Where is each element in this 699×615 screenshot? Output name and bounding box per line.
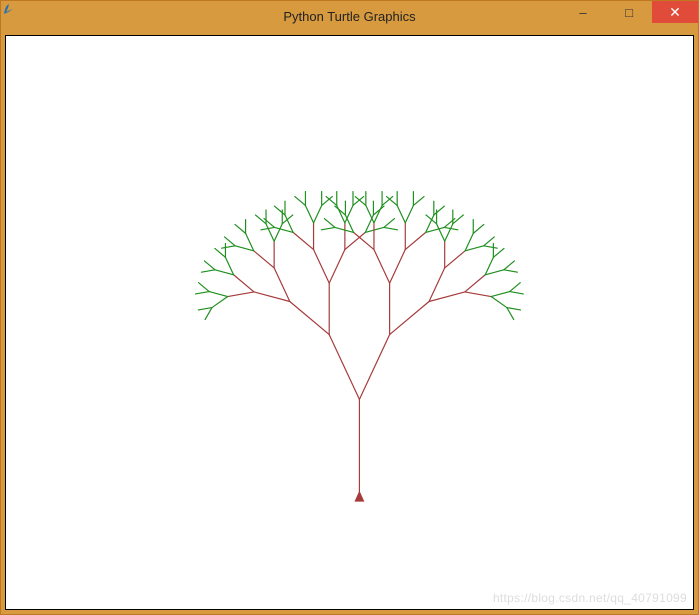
branch-segment [426,227,445,232]
branch-segment [413,197,424,206]
branch-segment [222,246,236,248]
branch-segment [504,270,518,272]
branch-segment [465,292,491,297]
branch-segment [212,297,228,308]
branch-segment [225,257,233,274]
branch-segment [215,248,226,257]
maximize-button[interactable]: □ [606,1,652,23]
branch-segment [465,233,473,250]
branch-segment [384,219,395,228]
branch-segment [201,270,215,272]
branch-segment [246,233,254,250]
branch-segment [359,335,389,400]
branch-segment [429,292,465,302]
branch-segment [507,308,521,310]
branch-segment [274,224,282,241]
branch-segment [491,297,507,308]
window-controls: – □ ✕ [560,1,698,23]
branch-segment [274,268,290,302]
branch-segment [225,237,236,246]
turtle-app-icon [9,7,27,25]
branch-segment [484,246,498,248]
branch-segment [354,232,374,249]
branch-segment [491,292,510,297]
turtle-canvas [12,42,687,603]
branch-segment [205,308,212,320]
branch-segment [274,206,285,215]
client-area: https://blog.csdn.net/qq_40791099 [5,35,694,610]
branch-segment [235,246,254,251]
branch-segment [293,232,313,249]
branch-segment [405,232,425,249]
branch-segment [384,227,398,229]
branch-segment [445,251,465,268]
branch-segment [437,224,445,241]
branch-segment [355,197,366,206]
branch-segment [429,268,445,302]
branch-segment [329,250,345,284]
branch-segment [198,308,212,310]
branch-segment [504,261,515,270]
branch-segment [314,250,330,284]
branch-segment [374,250,390,284]
branch-segment [209,292,228,297]
branch-segment [510,283,521,292]
branch-segment [235,224,246,233]
branch-segment [493,248,504,257]
branch-segment [485,257,493,274]
branch-segment [473,224,484,233]
branch-segment [465,275,485,292]
turtle-cursor-icon [354,491,364,502]
titlebar[interactable]: Python Turtle Graphics – □ ✕ [1,1,698,31]
branch-segment [329,335,359,400]
branch-segment [324,219,335,228]
branch-segment [345,232,365,249]
branch-segment [345,205,353,222]
branch-segment [321,227,335,229]
branch-segment [335,227,354,232]
branch-segment [485,270,504,275]
branch-segment [295,197,306,206]
close-button[interactable]: ✕ [652,1,698,23]
fractal-tree [12,42,687,603]
branch-segment [507,308,514,320]
branch-segment [254,251,274,268]
branch-segment [199,283,210,292]
branch-segment [254,292,290,302]
branch-segment [196,292,210,294]
branch-segment [215,270,234,275]
branch-segment [390,301,429,334]
branch-segment [405,205,413,222]
branch-segment [290,301,329,334]
branch-segment [434,206,445,215]
branch-segment [314,205,322,222]
branch-segment [510,292,524,294]
branch-segment [275,227,294,232]
branch-segment [390,250,406,284]
branch-segment [366,205,374,222]
branch-segment [397,205,405,222]
branch-segment [365,215,373,232]
branch-segment [345,215,353,232]
branch-segment [353,197,364,206]
branch-segment [426,215,437,224]
branch-segment [365,227,384,232]
branch-segment [465,246,484,251]
branch-segment [234,275,254,292]
branch-segment [305,205,313,222]
branch-segment [228,292,254,297]
app-window: Python Turtle Graphics – □ ✕ https://blo… [0,0,699,615]
branch-segment [484,237,495,246]
minimize-button[interactable]: – [560,1,606,23]
branch-segment [204,261,215,270]
